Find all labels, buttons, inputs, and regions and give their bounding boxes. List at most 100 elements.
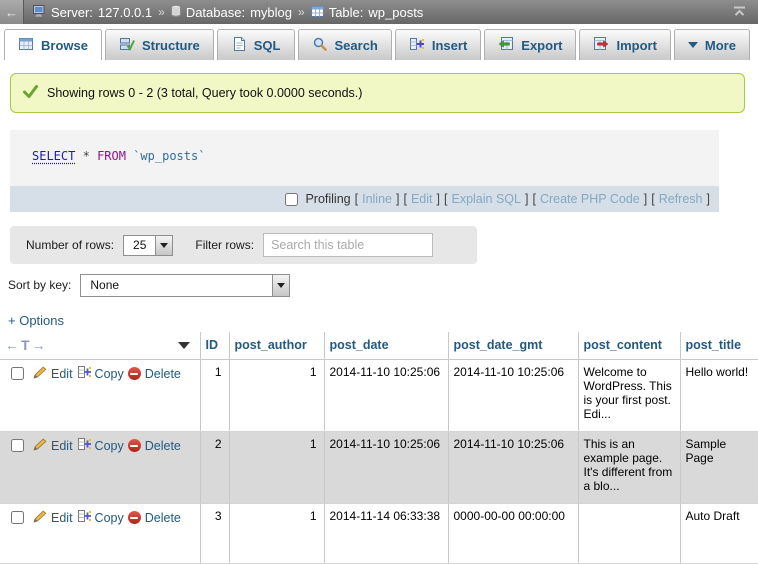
check-icon bbox=[23, 85, 38, 101]
sort-by-key-select[interactable]: None bbox=[80, 274, 290, 297]
table-row: Edit Copy Delete 1 1 2014-11-10 10:25:06… bbox=[0, 360, 758, 432]
bracket: ] bbox=[396, 192, 399, 206]
row-nav-arrows[interactable]: ←T→ bbox=[5, 337, 48, 353]
tab-more-label: More bbox=[705, 38, 736, 53]
row-checkbox[interactable] bbox=[11, 439, 24, 452]
caret-down-icon bbox=[160, 243, 168, 248]
breadcrumb-database[interactable]: Database: myblog bbox=[171, 5, 292, 20]
inline-link[interactable]: Inline bbox=[362, 192, 392, 206]
breadcrumb-server[interactable]: Server: 127.0.0.1 bbox=[33, 5, 152, 20]
cell-post-date-gmt: 2014-11-10 10:25:06 bbox=[448, 360, 578, 432]
delete-link[interactable]: Delete bbox=[145, 439, 181, 453]
tab-browse-label: Browse bbox=[41, 38, 88, 53]
create-php-code-link[interactable]: Create PHP Code bbox=[540, 192, 640, 206]
row-actions: Edit Copy Delete bbox=[5, 365, 195, 382]
edit-query-link[interactable]: Edit bbox=[411, 192, 433, 206]
column-header-post-date-gmt[interactable]: post_date_gmt bbox=[448, 332, 578, 360]
column-header-post-content[interactable]: post_content bbox=[578, 332, 680, 360]
row-actions: Edit Copy Delete bbox=[5, 437, 195, 454]
sql-star: * bbox=[83, 149, 90, 163]
sort-by-key-label: Sort by key: bbox=[8, 278, 71, 292]
number-of-rows-label: Number of rows: bbox=[26, 238, 114, 252]
column-header-id[interactable]: ID bbox=[200, 332, 229, 360]
back-button[interactable]: ← bbox=[0, 0, 24, 24]
edit-link[interactable]: Edit bbox=[51, 511, 73, 525]
breadcrumb-separator: » bbox=[158, 5, 165, 19]
cell-post-author: 1 bbox=[229, 504, 324, 564]
tab-insert-label: Insert bbox=[432, 38, 467, 53]
column-nav-header: ←T→ bbox=[0, 332, 200, 360]
delete-icon bbox=[128, 511, 141, 524]
tab-import-label: Import bbox=[616, 38, 656, 53]
browse-icon bbox=[18, 36, 34, 55]
pencil-icon bbox=[33, 438, 47, 454]
cell-post-content bbox=[578, 504, 680, 564]
copy-link[interactable]: Copy bbox=[95, 511, 124, 525]
tab-more[interactable]: More bbox=[674, 29, 750, 60]
rows-per-page-value: 25 bbox=[124, 238, 155, 252]
tab-sql[interactable]: SQL bbox=[217, 29, 295, 60]
delete-icon bbox=[128, 367, 141, 380]
row-checkbox[interactable] bbox=[11, 367, 24, 380]
options-toggle-link[interactable]: + Options bbox=[8, 313, 64, 328]
rows-per-page-select[interactable]: 25 bbox=[123, 235, 173, 256]
copy-link[interactable]: Copy bbox=[95, 439, 124, 453]
cell-post-content: Welcome to WordPress. This is your first… bbox=[578, 360, 680, 432]
tab-export[interactable]: Export bbox=[484, 29, 576, 60]
edit-link[interactable]: Edit bbox=[51, 439, 73, 453]
cell-post-title: Auto Draft bbox=[680, 504, 758, 564]
bracket: ] bbox=[644, 192, 647, 206]
collapse-panel-icon[interactable] bbox=[732, 6, 747, 17]
bracket: [ bbox=[403, 192, 406, 206]
delete-link[interactable]: Delete bbox=[145, 511, 181, 525]
import-icon bbox=[593, 36, 609, 55]
column-header-post-title[interactable]: post_title bbox=[680, 332, 758, 360]
tab-import[interactable]: Import bbox=[579, 29, 670, 60]
sql-query: SELECT * FROM `wp_posts` bbox=[10, 130, 719, 186]
search-icon bbox=[312, 36, 328, 55]
tab-search[interactable]: Search bbox=[298, 29, 392, 60]
caret-down-icon bbox=[688, 42, 698, 48]
breadcrumb: Server: 127.0.0.1 » Database: myblog » T… bbox=[33, 5, 423, 20]
sort-by-key-value: None bbox=[81, 278, 128, 292]
sql-keyword-select[interactable]: SELECT bbox=[32, 149, 75, 163]
sort-desc-icon[interactable] bbox=[178, 342, 190, 349]
filter-rows-input[interactable] bbox=[263, 233, 433, 257]
success-message: Showing rows 0 - 2 (3 total, Query took … bbox=[10, 73, 745, 113]
filter-rows-label: Filter rows: bbox=[195, 238, 254, 252]
refresh-link[interactable]: Refresh bbox=[659, 192, 703, 206]
insert-icon bbox=[409, 36, 425, 55]
sql-keyword-from: FROM bbox=[97, 149, 126, 163]
sql-table-name: `wp_posts` bbox=[133, 149, 205, 163]
delete-link[interactable]: Delete bbox=[145, 367, 181, 381]
row-actions: Edit Copy Delete bbox=[5, 509, 195, 526]
cell-post-date: 2014-11-10 10:25:06 bbox=[324, 360, 448, 432]
explain-sql-link[interactable]: Explain SQL bbox=[451, 192, 520, 206]
edit-link[interactable]: Edit bbox=[51, 367, 73, 381]
sql-box: SELECT * FROM `wp_posts` Profiling [ Inl… bbox=[10, 130, 719, 212]
row-checkbox[interactable] bbox=[11, 511, 24, 524]
profiling-checkbox[interactable] bbox=[285, 193, 298, 206]
select-dropdown-button[interactable] bbox=[155, 236, 172, 255]
results-table: ←T→ ID post_author post_date post_date_g… bbox=[0, 332, 758, 564]
cell-id: 3 bbox=[200, 504, 229, 564]
cell-post-date: 2014-11-10 10:25:06 bbox=[324, 432, 448, 504]
breadcrumb-database-label: Database: bbox=[186, 5, 245, 20]
column-header-post-date[interactable]: post_date bbox=[324, 332, 448, 360]
column-header-post-author[interactable]: post_author bbox=[229, 332, 324, 360]
tab-browse[interactable]: Browse bbox=[4, 29, 102, 60]
tab-insert[interactable]: Insert bbox=[395, 29, 481, 60]
success-message-text: Showing rows 0 - 2 (3 total, Query took … bbox=[47, 86, 362, 100]
delete-icon bbox=[128, 439, 141, 452]
export-icon bbox=[498, 36, 514, 55]
structure-icon bbox=[119, 36, 135, 55]
copy-link[interactable]: Copy bbox=[95, 367, 124, 381]
profiling-label: Profiling bbox=[305, 192, 350, 206]
pencil-icon bbox=[33, 366, 47, 382]
bracket: [ bbox=[651, 192, 654, 206]
select-dropdown-button[interactable] bbox=[272, 275, 289, 296]
tab-structure[interactable]: Structure bbox=[105, 29, 214, 60]
breadcrumb-database-value: myblog bbox=[250, 5, 292, 20]
rows-controls: Number of rows: 25 Filter rows: bbox=[10, 226, 477, 264]
breadcrumb-table[interactable]: Table: wp_posts bbox=[311, 5, 424, 20]
